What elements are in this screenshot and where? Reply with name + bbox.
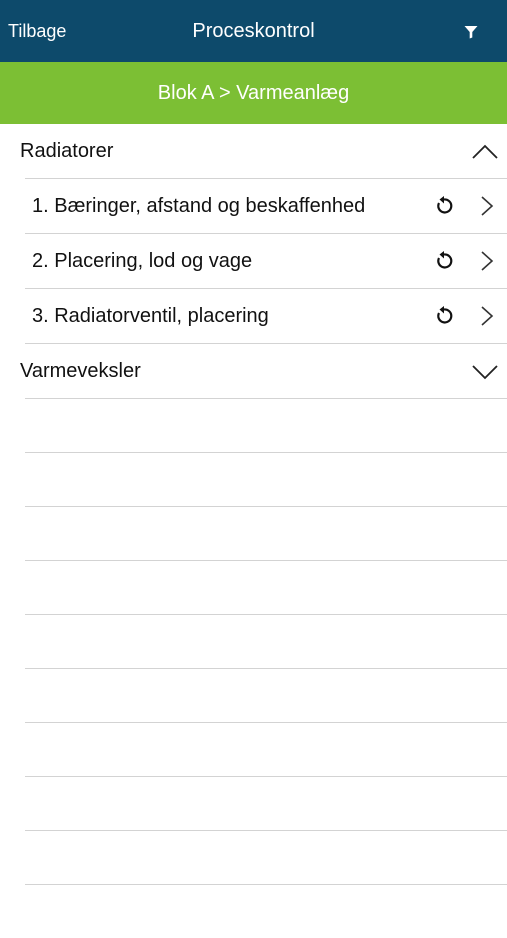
empty-row [25,560,507,614]
list-item[interactable]: 1. Bæringer, afstand og beskaffenhed [25,179,507,233]
empty-row [25,398,507,452]
empty-row [25,452,507,506]
chevron-right-icon[interactable] [479,249,495,273]
breadcrumb: Blok A > Varmeanlæg [0,62,507,124]
page-title: Proceskontrol [192,19,315,42]
navigation-bar: Tilbage Proceskontrol [0,0,507,62]
empty-row [25,776,507,830]
section-header-radiatorer[interactable]: Radiatorer [0,124,507,178]
chevron-down-icon [472,365,498,380]
reset-icon[interactable] [433,195,455,217]
empty-row [25,506,507,560]
chevron-up-icon [472,144,498,159]
filter-icon[interactable] [461,22,481,42]
list-item[interactable]: 3. Radiatorventil, placering [25,289,507,343]
reset-icon[interactable] [433,250,455,272]
back-button[interactable]: Tilbage [8,0,66,62]
section-header-varmeveksler[interactable]: Varmeveksler [0,344,507,398]
empty-row [25,722,507,776]
section-label: Radiatorer [20,139,114,162]
empty-row [25,614,507,668]
empty-row [25,668,507,722]
chevron-right-icon[interactable] [479,194,495,218]
empty-row [25,830,507,884]
empty-row [25,884,507,938]
chevron-right-icon[interactable] [479,304,495,328]
section-label: Varmeveksler [20,359,141,382]
list-item[interactable]: 2. Placering, lod og vage [25,234,507,288]
item-label: 1. Bæringer, afstand og beskaffenhed [32,194,366,217]
reset-icon[interactable] [433,305,455,327]
item-label: 3. Radiatorventil, placering [32,304,269,327]
item-label: 2. Placering, lod og vage [32,249,253,272]
